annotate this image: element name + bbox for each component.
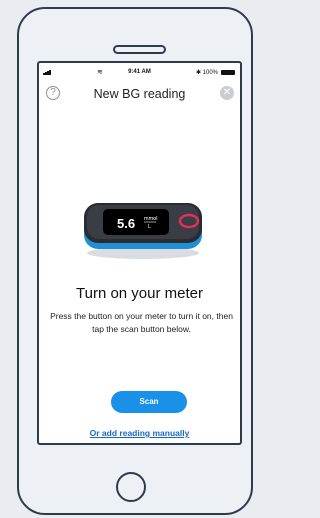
meter-reading: 5.6 [117, 216, 135, 231]
status-bar: ≋ 9:41 AM ✱ 100% [39, 69, 240, 79]
meter-unit-bottom: L [148, 224, 151, 230]
close-icon[interactable]: ✕ [220, 86, 234, 100]
main-heading: Turn on your meter [76, 285, 203, 302]
instructions-text: Press the button on your meter to turn i… [50, 311, 233, 334]
home-button[interactable] [116, 472, 146, 502]
speaker-slot [113, 45, 166, 54]
add-manually-link[interactable]: Or add reading manually [39, 428, 240, 438]
page-title: New BG reading [93, 87, 186, 101]
app-screen: ≋ 9:41 AM ✱ 100% ? New BG reading ✕ 5.6 … [37, 61, 242, 445]
battery-value: 100% [202, 70, 218, 76]
meter-unit-top: mmol [144, 216, 157, 222]
glucose-meter-illustration: 5.6 mmol L [84, 203, 202, 259]
scan-button[interactable]: Scan [111, 391, 187, 413]
battery-icon [221, 70, 235, 75]
header: ? New BG reading ✕ [39, 81, 240, 107]
battery-percent: ✱ 100% [195, 70, 218, 76]
